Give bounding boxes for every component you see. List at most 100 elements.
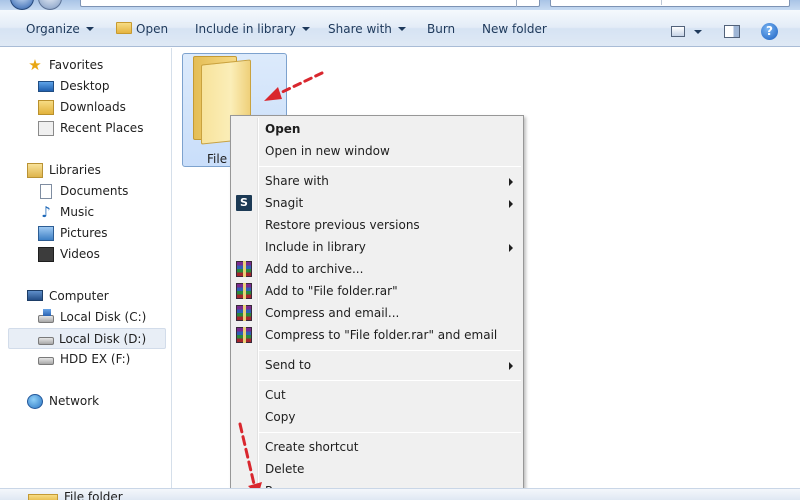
include-in-library-label: Include in library — [195, 22, 296, 36]
organize-button[interactable]: Organize — [26, 20, 94, 38]
folder-item-label: File — [207, 152, 228, 166]
nav-pictures-label: Pictures — [60, 226, 108, 240]
submenu-arrow-icon — [509, 200, 513, 208]
change-view-icon[interactable] — [671, 26, 685, 37]
menu-item-share-with[interactable]: Share with — [233, 170, 521, 192]
pictures-icon — [38, 226, 54, 241]
downloads-folder-icon — [38, 100, 54, 115]
search-box[interactable] — [550, 0, 790, 7]
preview-pane-icon[interactable] — [724, 25, 740, 38]
network-globe-icon — [27, 394, 43, 409]
menu-item-send-to[interactable]: Send to — [233, 354, 521, 376]
nav-computer-label: Computer — [49, 289, 109, 303]
menu-item-open-label: Open — [265, 122, 301, 136]
snagit-icon: S — [236, 195, 252, 211]
menu-item-snagit-label: Snagit — [265, 196, 304, 210]
folder-icon — [28, 494, 58, 500]
film-strip-icon — [38, 247, 54, 262]
context-menu: Open Open in new window Share with S Snag… — [230, 115, 524, 500]
nav-music-label: Music — [60, 205, 95, 219]
details-item-type: File folder — [64, 490, 123, 500]
details-pane: File folder — [0, 488, 800, 500]
external-drive-icon — [38, 357, 54, 365]
nav-favorites-label: Favorites — [49, 58, 104, 72]
menu-separator — [259, 350, 521, 351]
back-button[interactable] — [10, 0, 34, 10]
menu-item-restore-previous-label: Restore previous versions — [265, 218, 420, 232]
menu-item-share-with-label: Share with — [265, 174, 329, 188]
nav-local-disk-d-label: Local Disk (D:) — [59, 332, 147, 346]
open-label: Open — [136, 22, 169, 36]
menu-item-add-to-archive-label: Add to archive... — [265, 262, 364, 276]
star-icon: ★ — [28, 56, 42, 74]
chevron-down-icon — [85, 26, 94, 31]
view-options-chevron-icon[interactable] — [694, 30, 702, 34]
menu-item-cut[interactable]: Cut — [233, 384, 521, 406]
menu-separator — [259, 166, 521, 167]
menu-item-copy[interactable]: Copy — [233, 406, 521, 428]
organize-label: Organize — [26, 22, 80, 36]
menu-item-open-new-window-label: Open in new window — [265, 144, 390, 158]
address-bar[interactable] — [80, 0, 540, 7]
menu-item-compress-rar-email[interactable]: Compress to "File folder.rar" and email — [233, 324, 521, 346]
nav-local-disk-d[interactable]: Local Disk (D:) — [8, 328, 166, 349]
nav-videos-label: Videos — [60, 247, 100, 261]
menu-item-compress-email-label: Compress and email... — [265, 306, 400, 320]
new-folder-button[interactable]: New folder — [482, 20, 547, 38]
menu-item-delete[interactable]: Delete — [233, 458, 521, 480]
open-button[interactable]: Open — [116, 20, 168, 38]
menu-item-create-shortcut-label: Create shortcut — [265, 440, 359, 454]
winrar-icon — [236, 305, 252, 321]
computer-icon — [27, 290, 43, 301]
nav-desktop-label: Desktop — [60, 79, 110, 93]
recent-places-icon — [38, 121, 54, 136]
submenu-arrow-icon — [509, 178, 513, 186]
navigation-pane: ★ Favorites Desktop Downloads Recent Pla… — [0, 48, 172, 488]
system-drive-icon — [38, 309, 54, 323]
winrar-icon — [236, 283, 252, 299]
hard-drive-icon — [38, 337, 54, 345]
menu-item-snagit[interactable]: S Snagit — [233, 192, 521, 214]
menu-item-create-shortcut[interactable]: Create shortcut — [233, 436, 521, 458]
menu-item-include-in-library-label: Include in library — [265, 240, 366, 254]
new-folder-label: New folder — [482, 22, 547, 36]
desktop-icon — [38, 81, 54, 92]
libraries-icon — [27, 163, 43, 178]
folder-open-icon — [116, 22, 132, 34]
winrar-icon — [236, 261, 252, 277]
menu-item-cut-label: Cut — [265, 388, 286, 402]
nav-hdd-ex-label: HDD EX (F:) — [60, 352, 131, 366]
menu-item-send-to-label: Send to — [265, 358, 312, 372]
submenu-arrow-icon — [509, 244, 513, 252]
menu-item-add-to-archive[interactable]: Add to archive... — [233, 258, 521, 280]
help-icon[interactable]: ? — [761, 23, 778, 40]
share-with-button[interactable]: Share with — [328, 20, 406, 38]
chevron-down-icon — [301, 26, 310, 31]
include-in-library-button[interactable]: Include in library — [195, 20, 310, 38]
nav-recent-places-label: Recent Places — [60, 121, 144, 135]
nav-network-label: Network — [49, 394, 100, 408]
menu-separator — [259, 380, 521, 381]
documents-icon — [40, 184, 52, 199]
menu-item-open[interactable]: Open — [233, 118, 521, 140]
command-bar: Organize Open Include in library Share w… — [0, 10, 800, 47]
chevron-down-icon — [397, 26, 406, 31]
forward-button[interactable] — [38, 0, 62, 10]
nav-local-disk-c-label: Local Disk (C:) — [60, 310, 147, 324]
menu-separator — [259, 432, 521, 433]
nav-downloads-label: Downloads — [60, 100, 126, 114]
music-note-icon: ♪ — [41, 203, 51, 221]
address-dropdown-divider — [516, 0, 517, 7]
menu-item-open-new-window[interactable]: Open in new window — [233, 140, 521, 162]
menu-item-compress-email[interactable]: Compress and email... — [233, 302, 521, 324]
menu-item-include-in-library[interactable]: Include in library — [233, 236, 521, 258]
burn-button[interactable]: Burn — [427, 20, 455, 38]
submenu-arrow-icon — [509, 362, 513, 370]
menu-item-add-to-rar-label: Add to "File folder.rar" — [265, 284, 398, 298]
menu-item-restore-previous-versions[interactable]: Restore previous versions — [233, 214, 521, 236]
nav-libraries-label: Libraries — [49, 163, 101, 177]
annotation-arrow-to-folder — [264, 71, 324, 101]
menu-item-add-to-rar[interactable]: Add to "File folder.rar" — [233, 280, 521, 302]
share-with-label: Share with — [328, 22, 392, 36]
address-bar-strip — [0, 0, 800, 10]
